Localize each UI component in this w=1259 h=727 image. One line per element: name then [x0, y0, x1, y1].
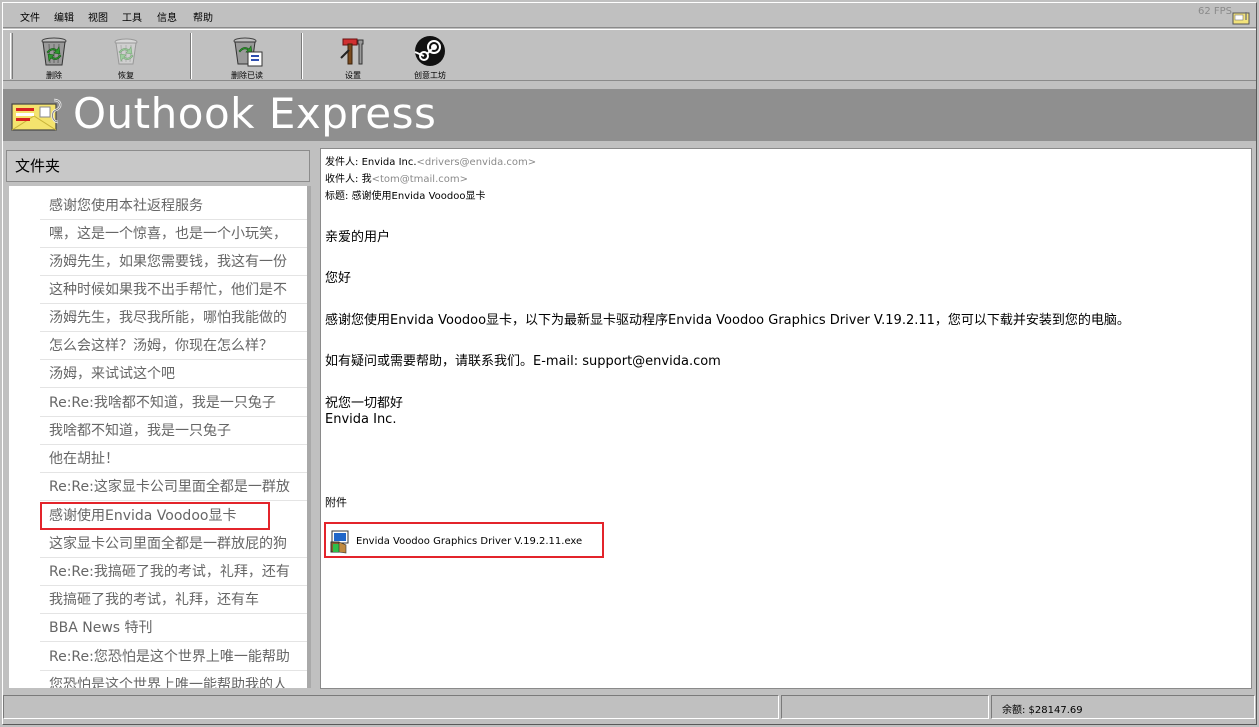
- recipient-email[interactable]: <tom@tmail.com>: [372, 174, 468, 185]
- list-item[interactable]: 汤姆先生，我尽我所能，哪怕我能做的: [40, 304, 307, 332]
- list-item[interactable]: Re:Re:您恐怕是这个世界上唯一能帮助: [40, 643, 307, 671]
- workshop-label: 创意工坊: [414, 71, 446, 80]
- signature-line: Envida Inc.: [325, 412, 397, 427]
- fps-counter: 62 FPS: [1197, 6, 1232, 17]
- greeting-line: 亲爱的用户: [325, 230, 391, 245]
- attachment-filename: Envida Voodoo Graphics Driver V.19.2.11.…: [356, 536, 583, 547]
- workshop-button[interactable]: 创意工坊: [400, 34, 460, 80]
- menu-tools[interactable]: 工具: [122, 9, 142, 24]
- list-item[interactable]: 嘿，这是一个惊喜，也是一个小玩笑，: [40, 220, 307, 248]
- settings-button[interactable]: 设置: [323, 34, 383, 80]
- subject-label: 标题:: [325, 191, 352, 202]
- list-item[interactable]: 您恐怕是这个世界上唯一能帮助我的人: [40, 671, 307, 688]
- subject-text: 感谢使用Envida Voodoo显卡: [351, 191, 486, 202]
- delete-read-label: 删除已读: [231, 71, 263, 80]
- sender-name: Envida Inc.: [361, 157, 417, 168]
- status-section-main: [3, 695, 779, 719]
- list-item-selected[interactable]: 感谢使用Envida Voodoo显卡: [40, 502, 270, 530]
- restore-button[interactable]: 恢复: [96, 34, 156, 80]
- list-item[interactable]: 我搞砸了我的考试，礼拜，还有车: [40, 586, 307, 614]
- from-line: 发件人: Envida Inc.<drivers@envida.com>: [325, 153, 536, 168]
- to-label: 收件人:: [325, 174, 362, 185]
- list-item[interactable]: 我啥都不知道，我是一只兔子: [40, 417, 307, 445]
- list-item[interactable]: 他在胡扯！: [40, 445, 307, 473]
- subject-line: 标题: 感谢使用Envida Voodoo显卡: [325, 187, 485, 202]
- installer-icon: [329, 530, 351, 558]
- delete-read-button[interactable]: 删除已读: [217, 34, 277, 80]
- delete-button[interactable]: 删除: [24, 34, 84, 80]
- menu-file[interactable]: 文件: [20, 9, 40, 24]
- toolbar: 删除 恢复 删除已读 设置 创意工坊: [3, 29, 1256, 81]
- attachments-label: 附件: [325, 496, 347, 509]
- list-item[interactable]: 这家显卡公司里面全都是一群放屁的狗: [40, 530, 307, 558]
- list-item[interactable]: 这种时候如果我不出手帮忙，他们是不: [40, 276, 307, 304]
- menu-view[interactable]: 视图: [88, 9, 108, 24]
- toolbar-grip[interactable]: [10, 33, 13, 79]
- balance-text: 余额: $28147.69: [1002, 705, 1083, 716]
- status-section-middle: [781, 695, 989, 719]
- recycle-restore-icon: [114, 38, 138, 65]
- menu-help[interactable]: 帮助: [193, 9, 213, 24]
- message-list: 感谢您使用本社返程服务 嘿，这是一个惊喜，也是一个小玩笑， 汤姆先生，如果您需要…: [9, 186, 307, 688]
- driver-paragraph: 感谢您使用Envida Voodoo显卡，以下为最新显卡驱动程序Envida V…: [325, 313, 1130, 328]
- list-item[interactable]: Re:Re:我啥都不知道，我是一只兔子: [40, 389, 307, 417]
- menu-bar: 文件 编辑 视图 工具 信息 帮助 62 FPS: [3, 3, 1256, 28]
- list-scrollbar[interactable]: [307, 186, 311, 688]
- menu-info[interactable]: 信息: [157, 9, 177, 24]
- list-item[interactable]: 汤姆先生，如果您需要钱，我这有一份: [40, 248, 307, 276]
- status-section-balance: 余额: $28147.69: [991, 695, 1255, 719]
- toolbar-separator: [301, 33, 303, 79]
- hello-line: 您好: [325, 271, 352, 286]
- message-view: 发件人: Envida Inc.<drivers@envida.com> 收件人…: [320, 148, 1252, 689]
- menu-edit[interactable]: 编辑: [54, 9, 74, 24]
- list-item[interactable]: Re:Re:我搞砸了我的考试，礼拜，还有: [40, 558, 307, 586]
- tools-icon: [340, 38, 364, 65]
- list-item[interactable]: 感谢您使用本社返程服务: [40, 192, 307, 220]
- closing-line: 祝您一切都好: [325, 396, 404, 411]
- list-item[interactable]: BBA News 特刊: [40, 614, 307, 642]
- restore-label: 恢复: [118, 71, 134, 80]
- from-label: 发件人:: [325, 157, 362, 168]
- mail-logo-icon: [10, 98, 64, 136]
- list-item[interactable]: 汤姆，来试试这个吧: [40, 360, 307, 388]
- sender-email[interactable]: <drivers@envida.com>: [417, 157, 537, 168]
- steam-icon: [414, 36, 445, 66]
- delete-label: 删除: [46, 71, 62, 80]
- toolbar-separator: [190, 33, 192, 79]
- app-title: Outhook Express: [73, 89, 437, 138]
- app-banner: Outhook Express: [3, 89, 1256, 141]
- mail-folder-icon[interactable]: [1232, 10, 1252, 25]
- recycle-bin-icon: [41, 37, 67, 66]
- attachment-item[interactable]: Envida Voodoo Graphics Driver V.19.2.11.…: [324, 522, 604, 558]
- settings-label: 设置: [345, 71, 361, 80]
- folder-header: 文件夹: [6, 150, 310, 182]
- recipient-name: 我: [361, 174, 372, 185]
- list-item[interactable]: Re:Re:这家显卡公司里面全都是一群放: [40, 473, 307, 501]
- to-line: 收件人: 我<tom@tmail.com>: [325, 170, 468, 185]
- list-item[interactable]: 怎么会这样？汤姆，你现在怎么样？: [40, 332, 307, 360]
- contact-paragraph: 如有疑问或需要帮助，请联系我们。E-mail: support@envida.c…: [325, 354, 721, 369]
- recycle-bin-mail-icon: [233, 37, 263, 67]
